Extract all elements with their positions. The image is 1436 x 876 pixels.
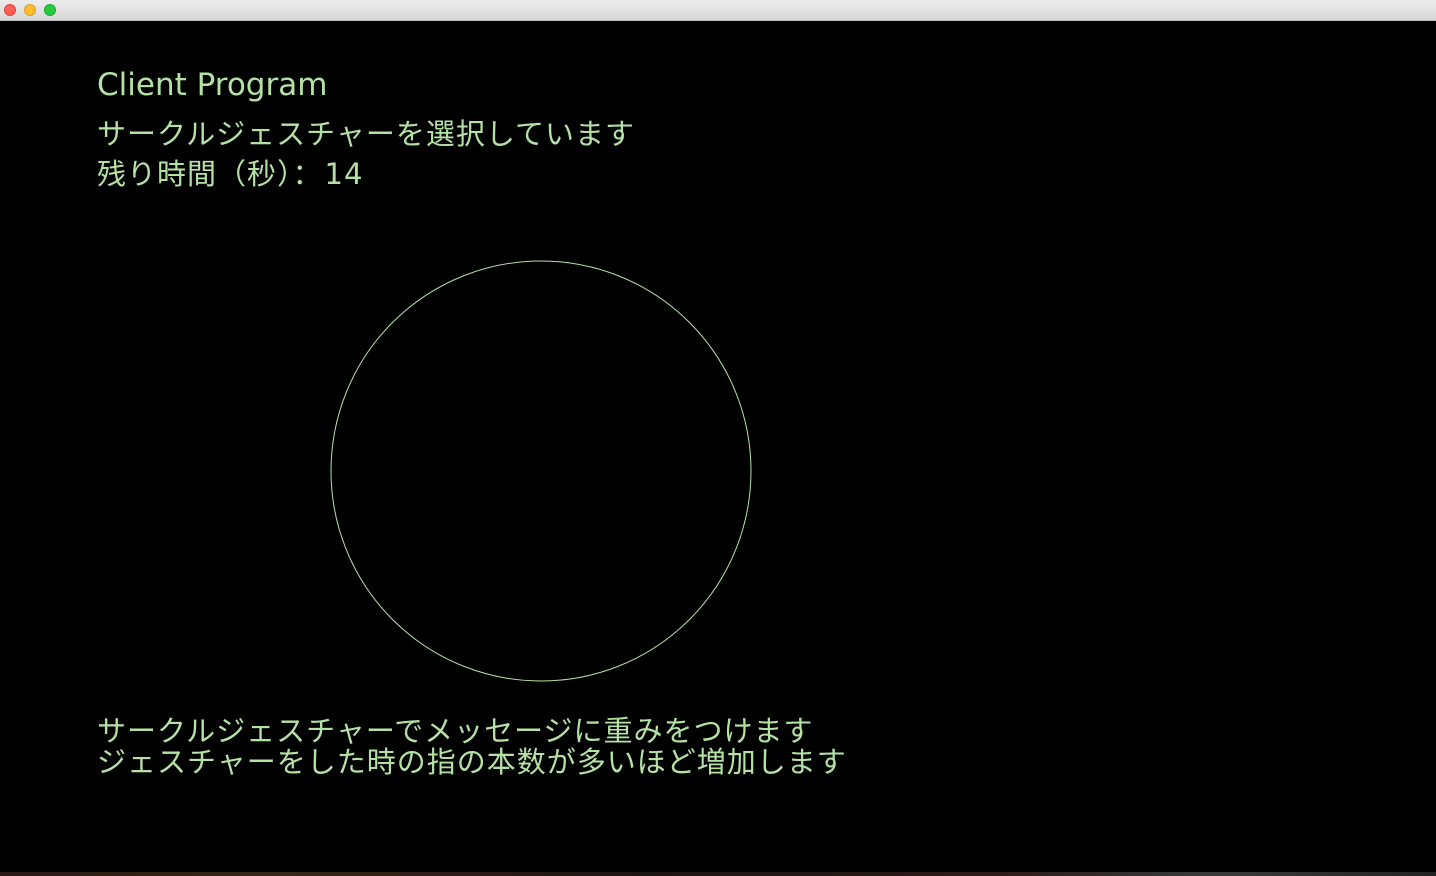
desktop-edge bbox=[0, 872, 1436, 876]
app-window: Client Program サークルジェスチャーを選択しています 残り時間（秒… bbox=[0, 0, 1436, 876]
canvas-area[interactable]: Client Program サークルジェスチャーを選択しています 残り時間（秒… bbox=[0, 21, 1436, 876]
circle-gesture-shape bbox=[330, 260, 752, 682]
title-bar[interactable] bbox=[0, 0, 1436, 21]
zoom-window-button[interactable] bbox=[44, 4, 56, 16]
close-window-button[interactable] bbox=[4, 4, 16, 16]
minimize-window-button[interactable] bbox=[24, 4, 36, 16]
info-text-line-1: サークルジェスチャーでメッセージに重みをつけます bbox=[97, 714, 814, 748]
info-text-line-2: ジェスチャーをした時の指の本数が多いほど増加します bbox=[97, 745, 847, 779]
